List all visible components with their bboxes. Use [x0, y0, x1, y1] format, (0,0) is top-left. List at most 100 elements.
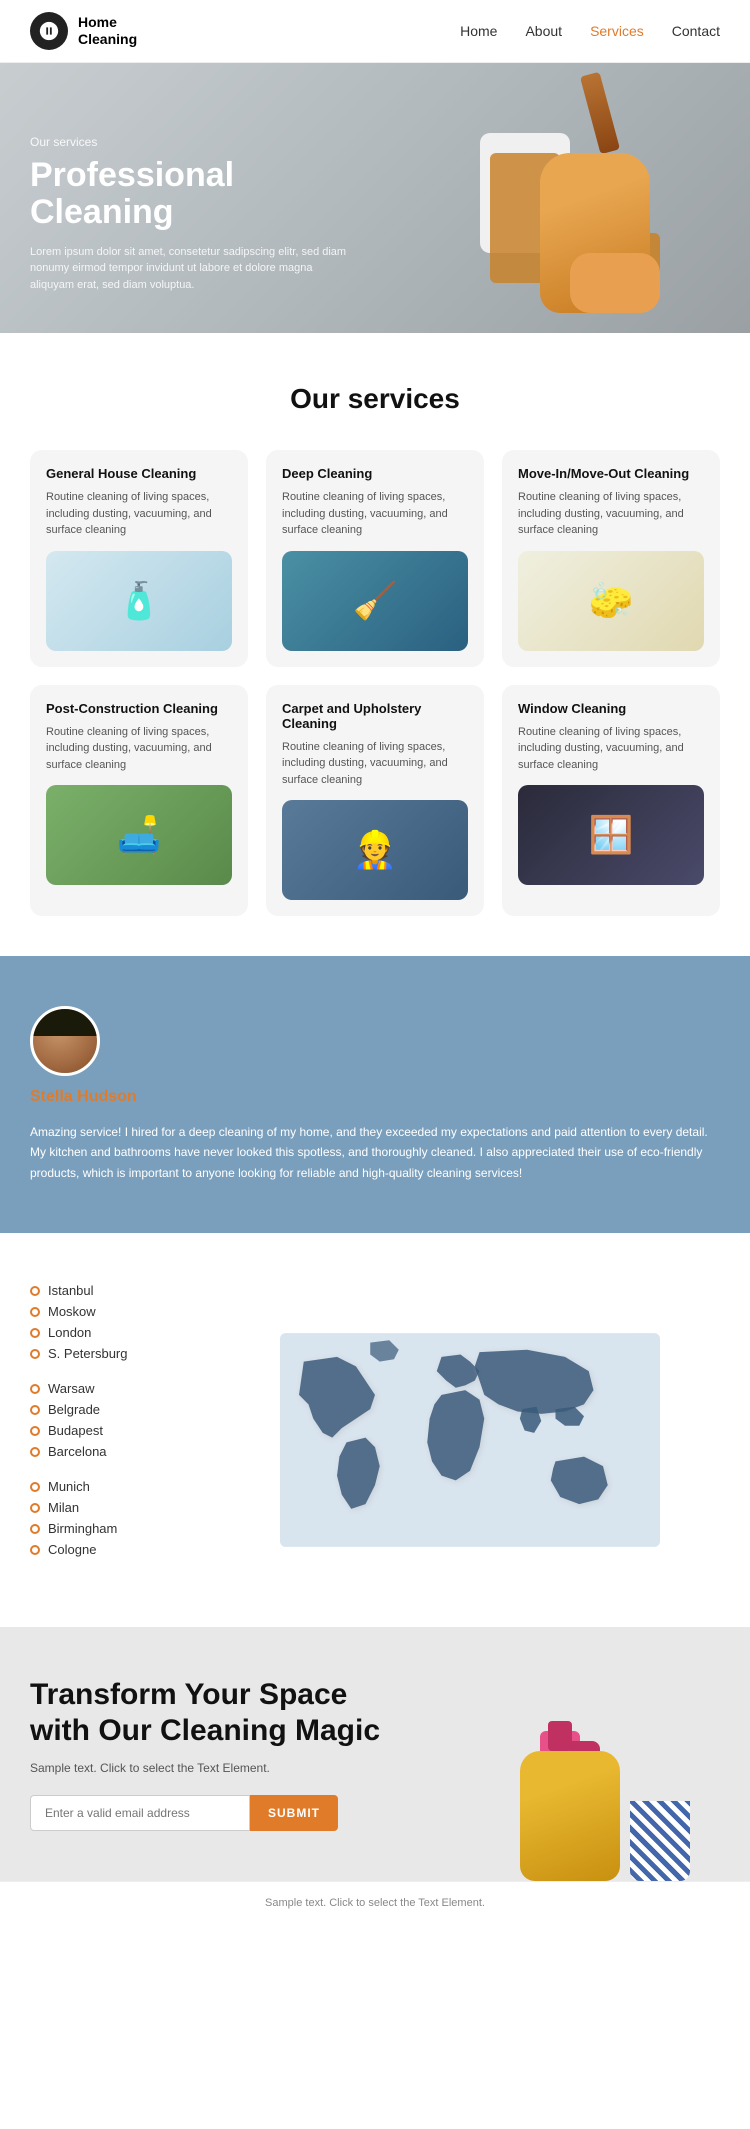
service-card-movein: Move-In/Move-Out Cleaning Routine cleani… [502, 450, 720, 667]
submit-button[interactable]: SUBMIT [250, 1795, 338, 1831]
nav-links: Home About Services Contact [460, 23, 720, 39]
list-item: Budapest [30, 1423, 170, 1438]
location-dot-icon [30, 1545, 40, 1555]
nav-home[interactable]: Home [460, 23, 497, 39]
nav-contact[interactable]: Contact [672, 23, 720, 39]
service-card-postconstruction: Post-Construction Cleaning Routine clean… [30, 685, 248, 917]
navbar: Home Cleaning Home About Services Contac… [0, 0, 750, 63]
footer: Sample text. Click to select the Text El… [0, 1881, 750, 1924]
cleaner-figure [450, 73, 670, 333]
location-dot-icon [30, 1405, 40, 1415]
list-item: Belgrade [30, 1402, 170, 1417]
list-item: Munich [30, 1479, 170, 1494]
location-dot-icon [30, 1384, 40, 1394]
services-grid: General House Cleaning Routine cleaning … [30, 450, 720, 916]
service-deep-image: 🧹 [282, 551, 468, 651]
list-item: Barcelona [30, 1444, 170, 1459]
logo[interactable]: Home Cleaning [30, 12, 137, 50]
list-item: Warsaw [30, 1381, 170, 1396]
location-dot-icon [30, 1426, 40, 1436]
spray-hand-figure [490, 1681, 690, 1881]
carpet-icon: 👷 [353, 829, 398, 871]
map-container [280, 1330, 640, 1530]
service-movein-title: Move-In/Move-Out Cleaning [518, 466, 704, 481]
hero-section: Our services Professional Cleaning Lorem… [0, 63, 750, 333]
service-window-title: Window Cleaning [518, 701, 704, 716]
location-dot-icon [30, 1349, 40, 1359]
deep-icon: 🧹 [353, 580, 398, 622]
locations-section: Istanbul Moskow London S. Petersburg War… [0, 1233, 750, 1627]
services-title: Our services [30, 383, 720, 415]
world-map-svg [280, 1330, 660, 1550]
location-dot-icon [30, 1524, 40, 1534]
service-card-general: General House Cleaning Routine cleaning … [30, 450, 248, 667]
window-icon: 🪟 [589, 814, 634, 856]
logo-svg [38, 20, 60, 42]
cta-content: Transform Your Space with Our Cleaning M… [30, 1677, 410, 1831]
service-deep-title: Deep Cleaning [282, 466, 468, 481]
service-postconstruction-image: 🛋️ [46, 785, 232, 885]
location-group-3: Munich Milan Birmingham Cologne [30, 1479, 170, 1557]
service-deep-desc: Routine cleaning of living spaces, inclu… [282, 489, 468, 539]
avatar-face [33, 1006, 97, 1076]
list-item: Milan [30, 1500, 170, 1515]
service-postconstruction-desc: Routine cleaning of living spaces, inclu… [46, 724, 232, 774]
location-dot-icon [30, 1482, 40, 1492]
cta-section: Transform Your Space with Our Cleaning M… [0, 1627, 750, 1881]
service-postconstruction-title: Post-Construction Cleaning [46, 701, 232, 716]
hero-content: Our services Professional Cleaning Lorem… [30, 135, 350, 293]
hero-title: Professional Cleaning [30, 157, 350, 232]
spray-bottle-top-icon [548, 1721, 572, 1751]
service-carpet-title: Carpet and Upholstery Cleaning [282, 701, 468, 731]
postconstruction-icon: 🛋️ [117, 814, 162, 856]
location-dot-icon [30, 1447, 40, 1457]
cta-form: SUBMIT [30, 1795, 410, 1831]
avatar-hair [33, 1006, 97, 1036]
cta-description: Sample text. Click to select the Text El… [30, 1761, 410, 1775]
hero-image [430, 63, 690, 333]
hero-description: Lorem ipsum dolor sit amet, consetetur s… [30, 244, 350, 294]
service-general-desc: Routine cleaning of living spaces, inclu… [46, 489, 232, 539]
service-window-desc: Routine cleaning of living spaces, inclu… [518, 724, 704, 774]
location-dot-icon [30, 1286, 40, 1296]
testimonial-name: Stella Hudson [30, 1088, 720, 1106]
sleeve-icon [630, 1801, 690, 1881]
nav-about[interactable]: About [525, 23, 562, 39]
list-item: London [30, 1325, 170, 1340]
location-dot-icon [30, 1503, 40, 1513]
list-item: Istanbul [30, 1283, 170, 1298]
list-item: Cologne [30, 1542, 170, 1557]
locations-list: Istanbul Moskow London S. Petersburg War… [30, 1283, 170, 1577]
general-icon: 🧴 [117, 580, 162, 622]
testimonial-section: Stella Hudson Amazing service! I hired f… [0, 956, 750, 1233]
services-section: Our services General House Cleaning Rout… [0, 333, 750, 956]
email-field[interactable] [30, 1795, 250, 1831]
location-group-2: Warsaw Belgrade Budapest Barcelona [30, 1381, 170, 1459]
service-card-carpet: Carpet and Upholstery Cleaning Routine c… [266, 685, 484, 917]
logo-text: Home Cleaning [78, 14, 137, 48]
cleaner-glove [570, 253, 660, 313]
logo-icon [30, 12, 68, 50]
world-map [200, 1330, 720, 1530]
service-carpet-desc: Routine cleaning of living spaces, inclu… [282, 739, 468, 789]
list-item: Moskow [30, 1304, 170, 1319]
service-window-image: 🪟 [518, 785, 704, 885]
location-dot-icon [30, 1328, 40, 1338]
cta-image [490, 1661, 720, 1881]
movein-icon: 🧽 [589, 580, 634, 622]
location-group-1: Istanbul Moskow London S. Petersburg [30, 1283, 170, 1361]
list-item: Birmingham [30, 1521, 170, 1536]
spray-glove-icon [520, 1751, 620, 1881]
service-movein-image: 🧽 [518, 551, 704, 651]
service-movein-desc: Routine cleaning of living spaces, inclu… [518, 489, 704, 539]
nav-services[interactable]: Services [590, 23, 644, 39]
service-general-image: 🧴 [46, 551, 232, 651]
service-card-deep: Deep Cleaning Routine cleaning of living… [266, 450, 484, 667]
hero-label: Our services [30, 135, 350, 149]
avatar [30, 1006, 100, 1076]
list-item: S. Petersburg [30, 1346, 170, 1361]
service-general-title: General House Cleaning [46, 466, 232, 481]
service-card-window: Window Cleaning Routine cleaning of livi… [502, 685, 720, 917]
cta-title: Transform Your Space with Our Cleaning M… [30, 1677, 410, 1749]
service-carpet-image: 👷 [282, 800, 468, 900]
